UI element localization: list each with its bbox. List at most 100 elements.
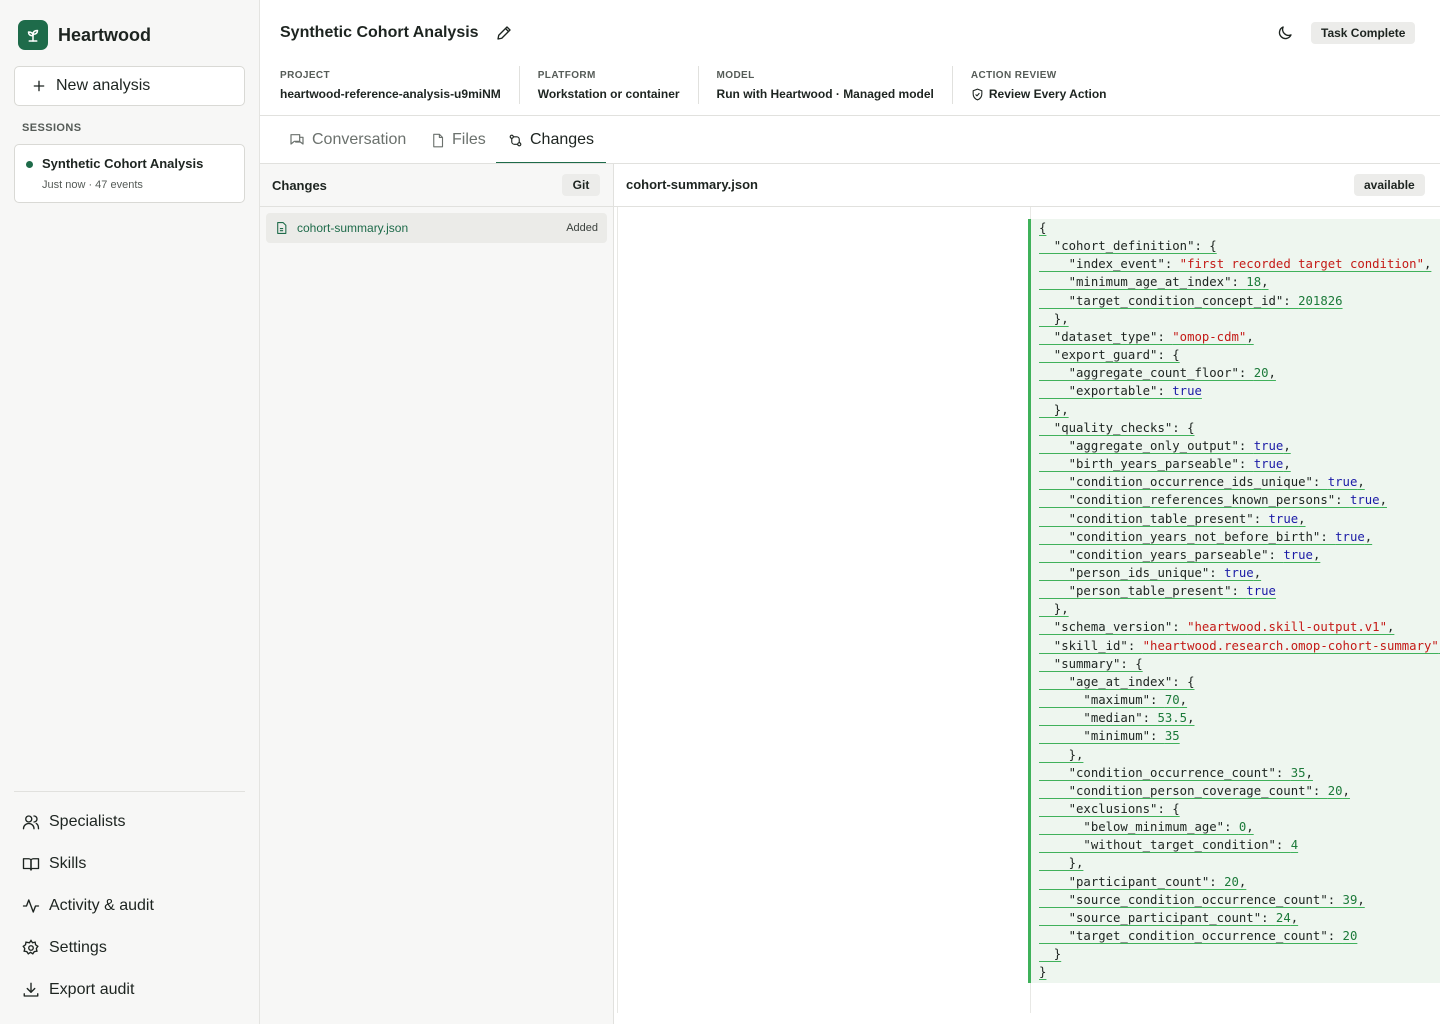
users-icon <box>22 815 40 830</box>
code-line: "skill_id": "heartwood.research.omop-coh… <box>1039 638 1440 653</box>
code-line: } <box>1039 965 1047 980</box>
code-line: "index_event": "first recorded target co… <box>1039 257 1432 272</box>
code-line: { <box>1039 221 1047 235</box>
meta-value: Workstation or container <box>537 87 680 101</box>
code-line: "condition_occurrence_count": 35, <box>1039 765 1313 780</box>
chat-icon <box>290 134 304 145</box>
tab-label: Changes <box>530 131 595 148</box>
session-meta: Just now · 47 events <box>42 179 143 191</box>
code-line: "export_guard": { <box>1039 348 1180 363</box>
code-line: "schema_version": "heartwood.skill-outpu… <box>1039 620 1395 635</box>
code-line: "target_condition_occurrence_count": 20 <box>1039 929 1358 944</box>
code-line: } <box>1039 947 1062 962</box>
meta-value: Review Every Action <box>971 87 1106 101</box>
code-line: "condition_occurrence_ids_unique": true, <box>1039 475 1365 490</box>
app-name: Heartwood <box>58 24 152 45</box>
diff-file-name: cohort-summary.json <box>626 177 758 192</box>
code-line: }, <box>1039 602 1069 617</box>
code-line: "dataset_type": "omop-cdm", <box>1039 329 1254 344</box>
code-line: "summary": { <box>1039 656 1143 671</box>
nav-skills[interactable]: Skills <box>14 843 245 885</box>
new-analysis-label: New analysis <box>56 77 151 94</box>
file-icon <box>433 133 444 147</box>
changes-heading: Changes <box>272 178 327 193</box>
meta-platform: PLATFORM Workstation or container <box>538 66 699 104</box>
code-line: "source_condition_occurrence_count": 39, <box>1039 892 1365 907</box>
nav-export-audit[interactable]: Export audit <box>14 969 245 1011</box>
nav-label: Export audit <box>49 981 135 998</box>
code-line: }, <box>1039 311 1069 326</box>
code-line: "median": 53.5, <box>1039 711 1195 726</box>
session-title: Synthetic Cohort Analysis <box>42 156 204 171</box>
code-line: "target_condition_concept_id": 201826 <box>1039 293 1343 308</box>
sidebar-nav: Specialists Skills Activity & audit Sett… <box>14 801 245 1011</box>
file-text-icon <box>277 222 287 234</box>
code-line: "age_at_index": { <box>1039 674 1195 689</box>
code-line: }, <box>1039 856 1084 871</box>
tab-changes[interactable]: Changes <box>508 116 594 164</box>
sprout-icon <box>18 20 48 50</box>
tab-files[interactable]: Files <box>430 116 486 164</box>
moon-icon[interactable] <box>1276 24 1294 47</box>
code-line: }, <box>1039 402 1069 417</box>
diff-added-block: { "cohort_definition": { "index_event": … <box>1028 219 1440 983</box>
session-item[interactable]: Synthetic Cohort Analysis Just now · 47 … <box>14 144 245 203</box>
plus-icon <box>33 80 45 92</box>
shield-check-icon <box>972 88 983 100</box>
code-line: "minimum": 35 <box>1039 729 1180 744</box>
download-icon <box>23 982 39 997</box>
nav-label: Activity & audit <box>49 897 154 914</box>
tab-conversation[interactable]: Conversation <box>289 116 406 164</box>
code-line: "without_target_condition": 4 <box>1039 838 1299 853</box>
nav-activity-audit[interactable]: Activity & audit <box>14 885 245 927</box>
tab-label: Conversation <box>312 131 407 148</box>
code-line: "exclusions": { <box>1039 802 1180 816</box>
status-badge: Task Complete <box>1311 22 1416 44</box>
code-line: "condition_years_parseable": true, <box>1039 547 1321 562</box>
session-meta-row: PROJECT heartwood-reference-analysis-u9m… <box>280 66 1142 104</box>
code-line: "aggregate_only_output": true, <box>1039 438 1291 453</box>
availability-badge: available <box>1354 174 1425 196</box>
new-analysis-button[interactable]: New analysis <box>14 66 245 106</box>
code-lines: { "cohort_definition": { "index_event": … <box>1039 219 1440 982</box>
git-compare-icon <box>509 134 522 146</box>
file-name: cohort-summary.json <box>297 221 409 235</box>
git-badge[interactable]: Git <box>562 174 600 196</box>
sessions-heading: SESSIONS <box>22 122 82 134</box>
page-title: Synthetic Cohort Analysis <box>280 24 479 41</box>
code-line: "person_table_present": true <box>1039 584 1276 599</box>
code-line: "condition_references_known_persons": tr… <box>1039 493 1387 508</box>
brand[interactable]: Heartwood <box>18 20 151 50</box>
nav-label: Specialists <box>49 813 126 830</box>
nav-specialists[interactable]: Specialists <box>14 801 245 843</box>
meta-model: MODEL Run with Heartwood · Managed model <box>717 66 953 104</box>
code-line: "below_minimum_age": 0, <box>1039 820 1254 835</box>
code-line: "condition_person_coverage_count": 20, <box>1039 783 1350 798</box>
nav-settings[interactable]: Settings <box>14 927 245 969</box>
code-line: "source_participant_count": 24, <box>1039 910 1299 925</box>
meta-label: PROJECT <box>280 70 331 81</box>
code-line: }, <box>1039 747 1084 762</box>
active-dot <box>26 161 33 168</box>
panel-header-divider <box>260 206 1440 207</box>
activity-icon <box>22 899 40 913</box>
meta-action-review: ACTION REVIEW Review Every Action <box>971 66 1125 104</box>
tab-label: Files <box>452 131 486 148</box>
code-line: "cohort_definition": { <box>1039 239 1217 254</box>
code-line: "exportable": true <box>1039 384 1202 399</box>
changes-panel: Changes <box>260 164 614 1024</box>
changed-file-row[interactable]: cohort-summary.json Added <box>266 213 607 243</box>
diff-pane-border <box>617 207 618 1013</box>
pencil-icon[interactable] <box>495 24 513 47</box>
meta-project: PROJECT heartwood-reference-analysis-u9m… <box>280 66 520 104</box>
nav-label: Settings <box>49 939 107 956</box>
meta-value: Run with Heartwood · Managed model <box>716 87 934 101</box>
meta-value: heartwood-reference-analysis-u9miNM <box>280 87 501 101</box>
meta-label: PLATFORM <box>537 70 596 81</box>
tab-bar: Conversation Files Changes <box>260 116 1440 164</box>
meta-label: ACTION REVIEW <box>970 70 1057 81</box>
meta-label: MODEL <box>716 70 755 81</box>
nav-label: Skills <box>49 855 87 872</box>
code-line: "birth_years_parseable": true, <box>1039 457 1291 472</box>
sidebar-divider <box>14 791 245 792</box>
